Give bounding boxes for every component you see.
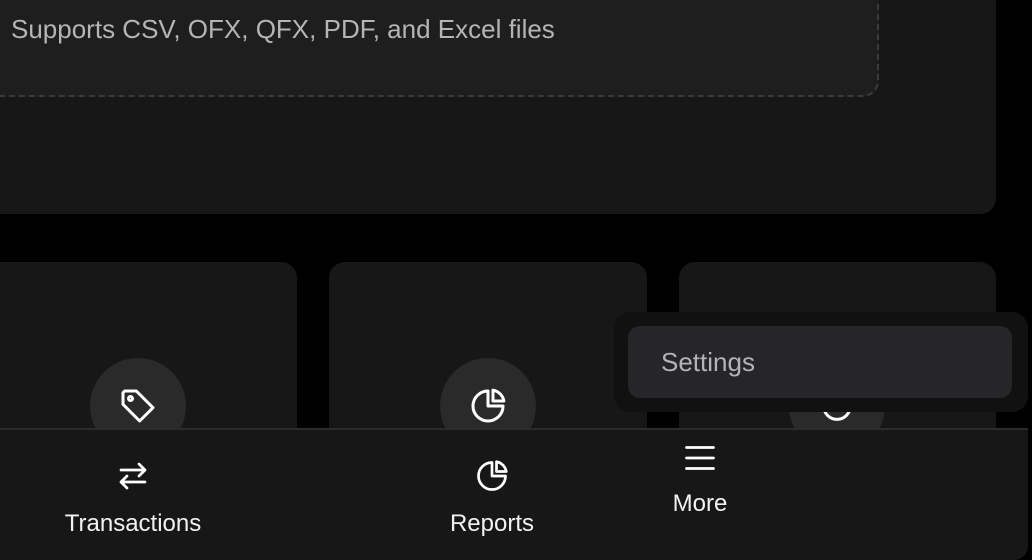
nav-item-more[interactable]: More [650,440,750,518]
nav-label-more: More [672,490,728,517]
pie-chart-icon [477,460,508,491]
supported-formats-text: Supports CSV, OFX, QFX, PDF, and Excel f… [11,14,555,44]
nav-item-reports[interactable]: Reports [432,458,552,538]
arrows-exchange-icon [119,462,147,490]
menu-item-settings[interactable]: Settings [628,326,1012,398]
nav-label-reports: Reports [449,510,535,537]
bottom-navigation: Transactions Reports More [0,428,1028,560]
more-menu-popover: Settings [614,312,1028,412]
nav-item-transactions[interactable]: Transactions [58,458,208,538]
nav-label-transactions: Transactions [64,510,202,537]
menu-icon [685,446,715,470]
